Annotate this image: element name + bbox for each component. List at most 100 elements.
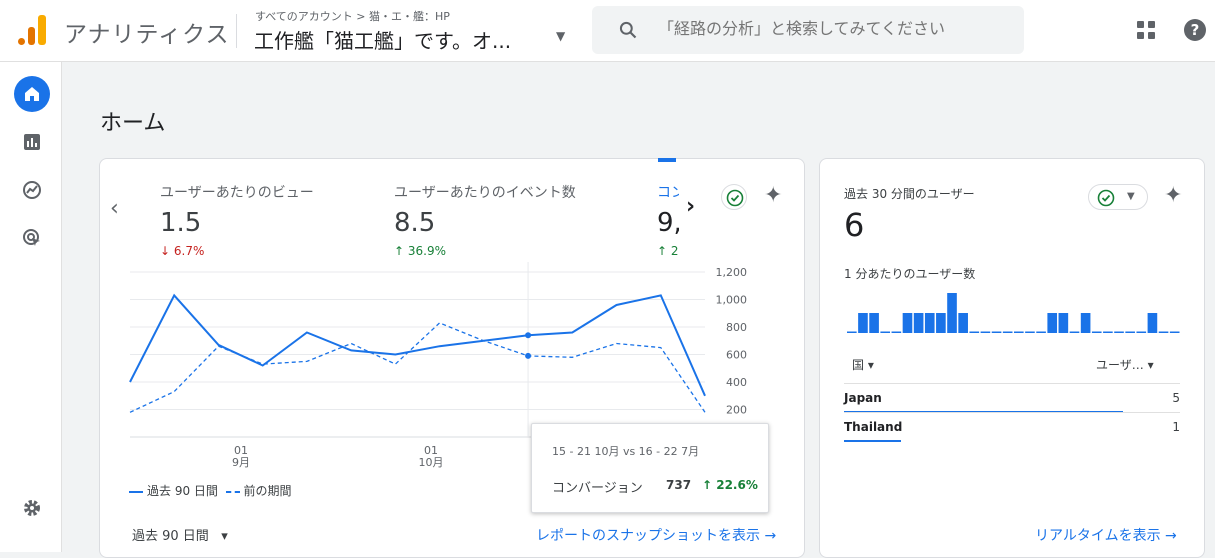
minute-bar (1114, 331, 1124, 333)
per-minute-bar-chart (847, 293, 1180, 333)
home-nav-icon[interactable] (14, 76, 50, 112)
y-tick-label: 1,200 (716, 266, 748, 279)
chevron-down-icon: ▼ (1127, 191, 1135, 202)
minute-bar (958, 313, 968, 333)
y-tick-label: 400 (726, 376, 747, 389)
check-circle-icon (1097, 189, 1115, 207)
minute-bar (947, 293, 957, 333)
minute-bar (880, 331, 891, 333)
tooltip-label: コンバージョン (552, 481, 643, 496)
realtime-check-dropdown[interactable]: ▼ (1088, 184, 1148, 210)
insights-sparkle-icon[interactable]: ✦ (1164, 183, 1182, 208)
col-users-header[interactable]: ユーザ… ▾ (1096, 356, 1154, 373)
analytics-logo-icon[interactable] (18, 13, 48, 45)
explore-nav-icon[interactable] (14, 172, 50, 208)
top-bar: アナリティクス すべてのアカウント > 猫・エ・艦：HP 工作艦「猫工艦」です。… (0, 0, 1215, 62)
chevron-down-icon[interactable]: ▼ (556, 29, 565, 43)
search-input[interactable] (658, 19, 998, 38)
minute-bar (1136, 331, 1147, 333)
minute-bar (1036, 331, 1046, 333)
metric-value: 9, (657, 208, 679, 238)
minute-bar (1058, 313, 1069, 333)
minute-bar (1169, 331, 1180, 333)
settings-gear-icon[interactable] (14, 490, 50, 526)
minute-bar (1014, 331, 1024, 333)
minute-bar (980, 331, 991, 333)
view-realtime-link[interactable]: リアルタイムを表示 → (1035, 525, 1177, 545)
account-selector[interactable]: 工作艦「猫工艦」です。オ... (254, 25, 544, 54)
minute-bar (1080, 313, 1091, 333)
chevron-right-icon[interactable]: › (686, 194, 695, 219)
minute-bar (847, 331, 857, 333)
minute-bar (1002, 331, 1013, 333)
metric-conversions[interactable]: コン 9, ↑ 2 (657, 182, 679, 258)
date-range-selector[interactable]: 過去 90 日間 ▾ (132, 525, 228, 544)
minute-bar (869, 313, 879, 333)
y-tick-label: 200 (726, 404, 747, 417)
side-navigation (0, 62, 62, 552)
realtime-label: 過去 30 分間のユーザー (844, 187, 975, 201)
header-divider (236, 14, 237, 48)
minute-bar (913, 313, 924, 333)
chart-tooltip: 15 - 21 10月 vs 16 - 22 7月 コンバージョン 737 ↑ … (531, 423, 769, 513)
chevron-left-icon[interactable]: ‹ (110, 196, 119, 221)
minute-bar (1025, 331, 1035, 333)
metric-value: 8.5 (394, 208, 436, 238)
app-name: アナリティクス (64, 22, 230, 48)
insights-sparkle-icon[interactable]: ✦ (764, 183, 782, 208)
chart-legend: 過去 90 日間 前の期間 (129, 482, 292, 499)
per-minute-label: 1 分あたりのユーザー数 (844, 267, 976, 281)
apps-grid-icon[interactable] (1137, 21, 1155, 39)
metric-change: ↑ 2 (657, 244, 679, 258)
y-tick-label: 800 (726, 321, 747, 334)
data-quality-check-icon[interactable] (721, 184, 747, 210)
metric-label: ユーザーあたりのビュー (160, 185, 314, 201)
minute-bar (924, 313, 935, 333)
country-users: 1 (1172, 420, 1180, 434)
series-previous-line (129, 322, 706, 413)
legend-previous: 前の期間 (243, 484, 292, 498)
country-users: 5 (1172, 391, 1180, 405)
minute-bar (991, 331, 1002, 333)
tooltip-change: ↑ 22.6% (702, 478, 758, 492)
reports-nav-icon[interactable] (14, 124, 50, 160)
table-row[interactable]: Japan 5 (844, 383, 1180, 413)
search-icon (619, 21, 637, 39)
search-bar[interactable] (592, 6, 1024, 54)
legend-dashed-swatch (225, 490, 240, 493)
highlight-point-0 (525, 332, 532, 339)
minute-bar (891, 331, 902, 333)
legend-current: 過去 90 日間 (147, 484, 218, 498)
x-tick-label: 10月 (419, 456, 444, 469)
metric-value: 1.5 (160, 208, 202, 238)
help-icon[interactable]: ? (1184, 19, 1206, 41)
metric-label: ユーザーあたりのイベント数 (394, 185, 576, 201)
metric-change: ↑ 36.9% (394, 244, 446, 258)
metric-label: コン (657, 185, 679, 201)
view-snapshot-link[interactable]: レポートのスナップショットを表示 → (536, 525, 776, 545)
table-row[interactable]: Thailand 1 (844, 412, 1180, 442)
country-name: Thailand (844, 420, 903, 434)
country-name: Japan (844, 391, 882, 405)
minute-bar (969, 331, 980, 333)
metric-change: ↓ 6.7% (160, 244, 205, 258)
tooltip-date: 15 - 21 10月 vs 16 - 22 7月 (552, 445, 700, 458)
highlight-point-1 (525, 352, 532, 359)
metric-events-per-user[interactable]: ユーザーあたりのイベント数 8.5 ↑ 36.9% (394, 182, 576, 258)
minute-bar (1103, 331, 1113, 333)
minute-bar (936, 313, 946, 333)
minute-bar (1147, 313, 1158, 333)
minute-bar (1158, 331, 1169, 333)
breadcrumb[interactable]: すべてのアカウント > 猫・エ・艦：HP (255, 8, 450, 24)
metric-views-per-user[interactable]: ユーザーあたりのビュー 1.5 ↓ 6.7% (160, 182, 314, 258)
minute-bar (1091, 331, 1102, 333)
advertising-nav-icon[interactable] (14, 220, 50, 256)
col-country-header[interactable]: 国 ▾ (852, 356, 874, 373)
page-title: ホーム (100, 111, 166, 136)
minute-bar (1047, 313, 1058, 333)
series-current-line (129, 293, 706, 397)
realtime-value: 6 (844, 206, 865, 244)
y-tick-label: 1,000 (716, 294, 748, 307)
active-metric-indicator (658, 158, 676, 162)
minute-bar (1069, 331, 1080, 333)
